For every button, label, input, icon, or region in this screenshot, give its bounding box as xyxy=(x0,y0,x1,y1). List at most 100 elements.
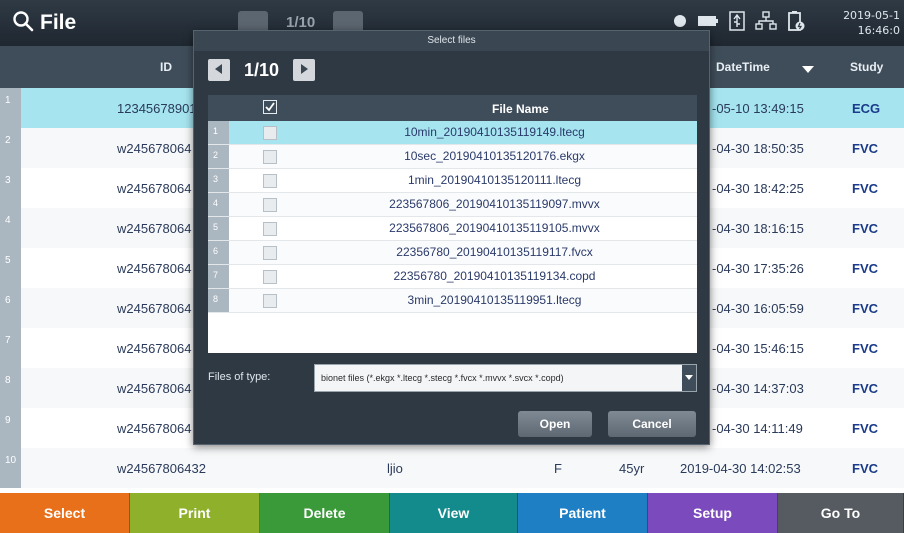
open-button[interactable]: Open xyxy=(518,411,592,437)
row-index: 6 xyxy=(0,288,21,328)
row-datetime: -04-30 14:37:03 xyxy=(712,381,804,396)
row-id: w245678064 xyxy=(117,421,192,436)
print-button[interactable]: Print xyxy=(130,493,260,533)
row-index: 2 xyxy=(0,128,21,168)
row-datetime: -04-30 18:16:15 xyxy=(712,221,804,236)
file-list: File Name 1 10min_20190410135119149.ltec… xyxy=(208,95,697,353)
row-study: FVC xyxy=(852,381,878,396)
row-datetime: -05-10 13:49:15 xyxy=(712,101,804,116)
row-sex: F xyxy=(554,461,562,476)
header-study[interactable]: Study xyxy=(850,60,883,74)
row-id: w245678064 xyxy=(117,301,192,316)
row-id: w24567806432 xyxy=(117,461,206,476)
date-text: 2019-05-1 xyxy=(843,9,900,22)
select-button[interactable]: Select xyxy=(0,493,130,533)
delete-button[interactable]: Delete xyxy=(260,493,390,533)
app-title-area: File xyxy=(12,8,76,38)
row-study: ECG xyxy=(852,101,881,116)
battery-icon xyxy=(697,14,719,28)
file-row-index: 4 xyxy=(208,193,229,216)
file-name: 22356780_20190410135119117.fvcx xyxy=(396,245,593,259)
sort-down-icon[interactable] xyxy=(802,63,814,77)
dialog-pager: 1/10 xyxy=(208,59,316,81)
file-row-index: 5 xyxy=(208,217,229,240)
file-row[interactable]: 4 223567806_20190410135119097.mvvx xyxy=(208,193,697,217)
row-datetime: -04-30 18:50:35 xyxy=(712,141,804,156)
setup-button[interactable]: Setup xyxy=(648,493,778,533)
goto-button[interactable]: Go To xyxy=(778,493,904,533)
row-id: w245678064 xyxy=(117,341,192,356)
row-id: 12345678901 xyxy=(117,101,197,116)
row-datetime: -04-30 18:42:25 xyxy=(712,181,804,196)
network-icon xyxy=(755,11,777,31)
file-checkbox[interactable] xyxy=(263,126,277,140)
patient-button[interactable]: Patient xyxy=(518,493,648,533)
cancel-button[interactable]: Cancel xyxy=(608,411,696,437)
chevron-down-icon[interactable] xyxy=(682,365,696,391)
file-row[interactable]: 7 22356780_20190410135119134.copd xyxy=(208,265,697,289)
circle-icon xyxy=(673,14,687,28)
file-row[interactable]: 1 10min_20190410135119149.ltecg xyxy=(208,121,697,145)
file-checkbox[interactable] xyxy=(263,222,277,236)
file-row-index: 2 xyxy=(208,145,229,168)
time-text: 16:46:0 xyxy=(857,24,900,37)
file-name: 1min_20190410135120111.ltecg xyxy=(407,173,582,187)
row-datetime: -04-30 17:35:26 xyxy=(712,261,804,276)
file-row-index: 6 xyxy=(208,241,229,264)
row-id: w245678064 xyxy=(117,181,192,196)
file-row[interactable]: 6 22356780_20190410135119117.fvcx xyxy=(208,241,697,265)
header-datetime[interactable]: DateTime xyxy=(716,60,770,74)
file-name: 223567806_20190410135119105.mvvx xyxy=(389,221,600,235)
row-index: 8 xyxy=(0,368,21,408)
file-name: 22356780_20190410135119134.copd xyxy=(393,269,596,283)
select-files-dialog: Select files 1/10 File Name 1 10min_2019… xyxy=(193,30,710,445)
row-study: FVC xyxy=(852,261,878,276)
dialog-prev-page-button[interactable] xyxy=(208,59,230,81)
file-row[interactable]: 2 10sec_20190410135120176.ekgx xyxy=(208,145,697,169)
file-checkbox[interactable] xyxy=(263,270,277,284)
row-datetime: -04-30 14:11:49 xyxy=(712,421,803,436)
file-name-header[interactable]: File Name xyxy=(492,102,549,116)
row-study: FVC xyxy=(852,341,878,356)
file-checkbox[interactable] xyxy=(263,294,277,308)
row-id: w245678064 xyxy=(117,221,192,236)
search-icon[interactable] xyxy=(12,10,34,37)
file-checkbox[interactable] xyxy=(263,174,277,188)
row-id: w245678064 xyxy=(117,141,192,156)
power-icon xyxy=(787,10,805,32)
file-name: 10sec_20190410135120176.ekgx xyxy=(404,149,585,163)
file-row[interactable]: 3 1min_20190410135120111.ltecg xyxy=(208,169,697,193)
row-datetime: -04-30 16:05:59 xyxy=(712,301,804,316)
files-of-type-value: bionet files (*.ekgx *.ltecg *.stecg *.f… xyxy=(321,373,564,383)
table-row[interactable]: 10 w24567806432 ljio F 45yr 2019-04-30 1… xyxy=(0,448,904,488)
file-checkbox[interactable] xyxy=(263,246,277,260)
row-study: FVC xyxy=(852,141,878,156)
row-index: 7 xyxy=(0,328,21,368)
row-study: FVC xyxy=(852,421,878,436)
view-button[interactable]: View xyxy=(390,493,518,533)
page-indicator: 1/10 xyxy=(286,13,316,31)
select-all-checkbox[interactable] xyxy=(263,100,277,114)
row-age: 45yr xyxy=(619,461,645,476)
row-study: FVC xyxy=(852,221,878,236)
file-row[interactable]: 8 3min_20190410135119951.ltecg xyxy=(208,289,697,313)
files-of-type-select[interactable]: bionet files (*.ekgx *.ltecg *.stecg *.f… xyxy=(314,364,697,392)
status-icons xyxy=(673,10,805,32)
file-checkbox[interactable] xyxy=(263,198,277,212)
file-list-header: File Name xyxy=(208,95,697,121)
file-row-index: 1 xyxy=(208,121,229,144)
row-index: 10 xyxy=(0,448,21,488)
dialog-title: Select files xyxy=(194,31,709,51)
header-id[interactable]: ID xyxy=(160,60,172,74)
dialog-next-page-button[interactable] xyxy=(293,59,316,81)
file-row[interactable]: 5 223567806_20190410135119105.mvvx xyxy=(208,217,697,241)
file-checkbox[interactable] xyxy=(263,150,277,164)
row-index: 4 xyxy=(0,208,21,248)
row-datetime: 2019-04-30 14:02:53 xyxy=(680,461,801,476)
clock: 2019-05-1 16:46:0 xyxy=(843,8,900,38)
row-index: 3 xyxy=(0,168,21,208)
chevron-left-icon xyxy=(215,61,223,79)
row-study: FVC xyxy=(852,461,878,476)
file-name: 3min_20190410135119951.ltecg xyxy=(407,293,582,307)
file-row-index: 8 xyxy=(208,289,229,312)
